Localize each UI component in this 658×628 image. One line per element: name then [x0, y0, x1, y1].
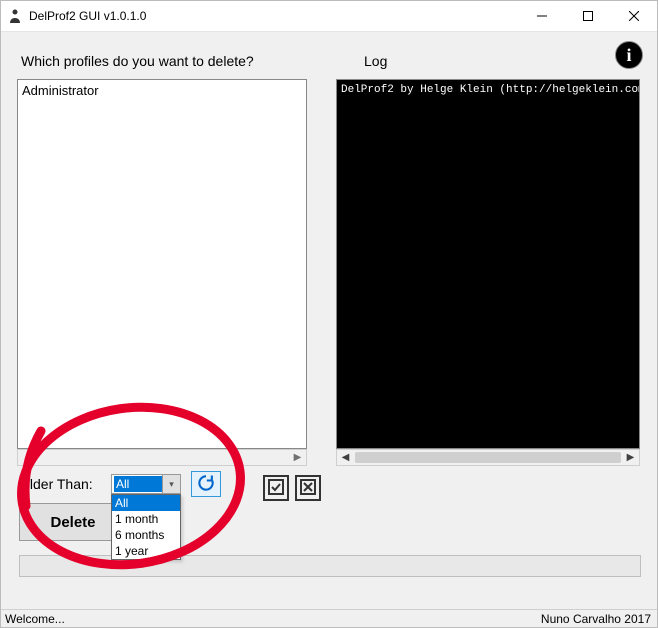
x-icon: [300, 479, 316, 498]
dropdown-option[interactable]: All: [112, 495, 180, 511]
profiles-hscrollbar[interactable]: ▶: [17, 449, 307, 466]
dropdown-arrow-icon[interactable]: ▾: [162, 475, 180, 493]
select-all-button[interactable]: [263, 475, 289, 501]
info-button[interactable]: i: [615, 41, 643, 69]
refresh-button[interactable]: [191, 471, 221, 497]
dropdown-option[interactable]: 1 month: [112, 511, 180, 527]
refresh-icon: [196, 473, 216, 496]
app-icon: [7, 8, 23, 24]
titlebar: DelProf2 GUI v1.0.1.0: [1, 1, 657, 32]
deselect-all-button[interactable]: [295, 475, 321, 501]
check-icon: [268, 479, 284, 498]
log-section-label: Log: [364, 53, 387, 69]
dropdown-option[interactable]: 6 months: [112, 527, 180, 543]
statusbar: Welcome... Nuno Carvalho 2017: [1, 609, 657, 627]
dropdown-option[interactable]: 1 year: [112, 543, 180, 559]
older-than-dropdown[interactable]: All 1 month 6 months 1 year: [111, 494, 181, 560]
scroll-right-icon[interactable]: ▶: [289, 450, 306, 465]
profiles-section-label: Which profiles do you want to delete?: [21, 53, 254, 69]
app-window: DelProf2 GUI v1.0.1.0 Which profiles do …: [0, 0, 658, 628]
scroll-right-icon[interactable]: ▶: [622, 450, 639, 465]
close-button[interactable]: [611, 1, 657, 31]
scrollbar-thumb[interactable]: [355, 452, 621, 463]
log-hscrollbar[interactable]: ◀ ▶: [336, 449, 640, 466]
status-credit: Nuno Carvalho 2017: [541, 612, 657, 626]
maximize-button[interactable]: [565, 1, 611, 31]
profile-item[interactable]: Administrator: [22, 82, 302, 99]
status-text: Welcome...: [1, 612, 541, 626]
profiles-listbox[interactable]: Administrator: [17, 79, 307, 449]
scroll-left-icon[interactable]: ◀: [337, 450, 354, 465]
delete-button-label: Delete: [50, 514, 95, 531]
older-than-combobox[interactable]: All ▾: [111, 474, 181, 494]
info-icon: i: [626, 45, 631, 66]
log-output[interactable]: DelProf2 by Helge Klein (http://helgekle…: [336, 79, 640, 449]
window-title: DelProf2 GUI v1.0.1.0: [29, 9, 146, 23]
client-area: Which profiles do you want to delete? Lo…: [1, 31, 657, 609]
minimize-button[interactable]: [519, 1, 565, 31]
older-than-label: Older Than:: [19, 476, 93, 492]
older-than-selected: All: [114, 476, 162, 492]
